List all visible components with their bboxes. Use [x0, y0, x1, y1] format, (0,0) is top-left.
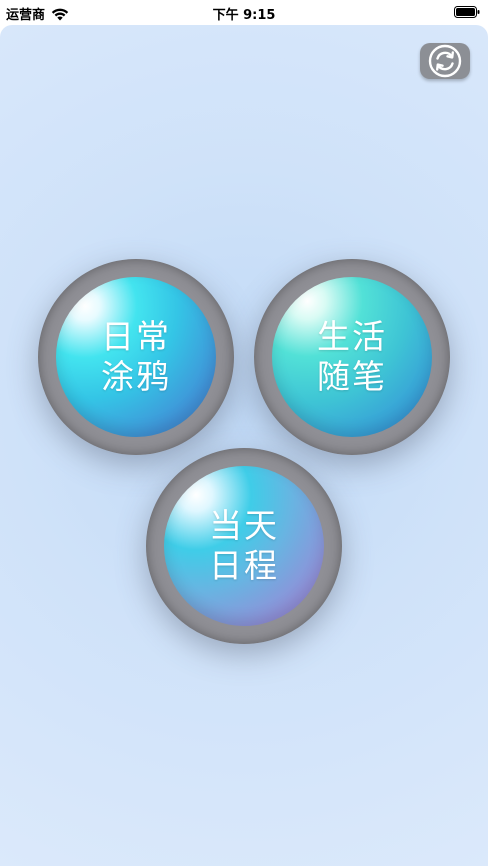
today-schedule-disc: 当天日程: [164, 466, 324, 626]
today-schedule-label: 当天日程: [209, 505, 279, 585]
refresh-button[interactable]: [420, 43, 470, 79]
refresh-icon: [428, 44, 462, 78]
life-notes-label: 生活随笔: [317, 316, 387, 396]
life-notes-button[interactable]: 生活随笔: [254, 259, 450, 455]
main-screen: 日常涂鸦 生活随笔 当天日程: [0, 25, 488, 866]
battery-icon: [454, 6, 480, 18]
daily-doodle-disc: 日常涂鸦: [56, 277, 216, 437]
daily-doodle-label: 日常涂鸦: [101, 316, 171, 396]
daily-doodle-button[interactable]: 日常涂鸦: [38, 259, 234, 455]
life-notes-disc: 生活随笔: [272, 277, 432, 437]
status-time: 下午 9:15: [212, 8, 276, 23]
today-schedule-button[interactable]: 当天日程: [146, 448, 342, 644]
status-bar: 运营商 下午 9:15: [0, 0, 488, 25]
